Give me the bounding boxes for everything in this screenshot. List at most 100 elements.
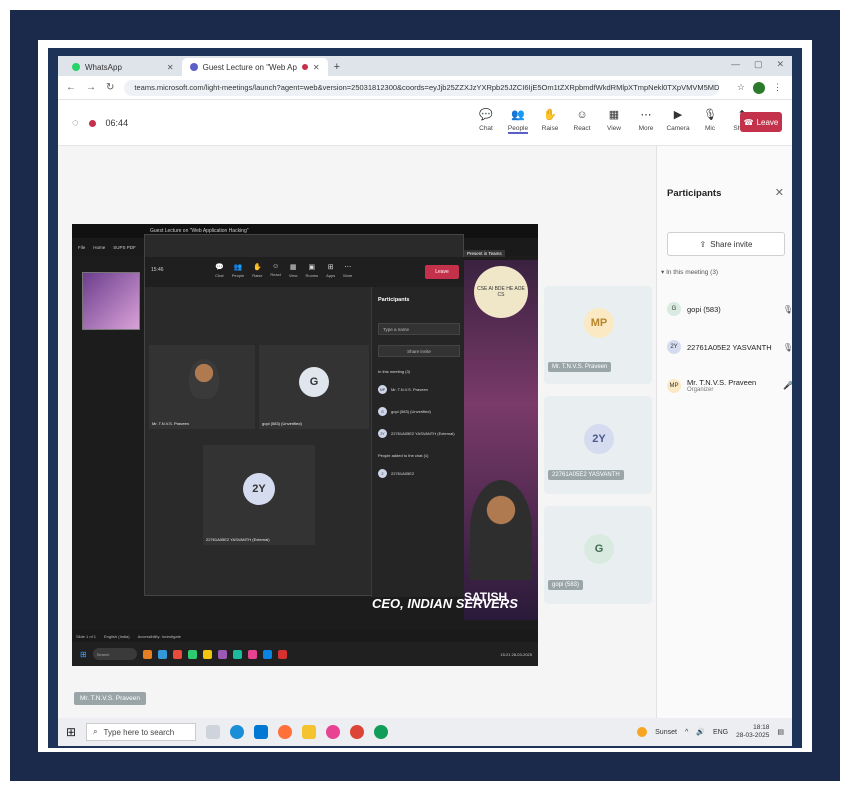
maximize-button[interactable]: ▢ [754,59,763,70]
tab-teams[interactable]: Guest Lecture on "Web Ap ✕ [181,58,328,76]
taskbar-clock[interactable]: 18:18 28-03-2025 [736,724,769,740]
share-invite-button[interactable]: ⇪ Share invite [667,232,785,256]
shared-participants-panel: Participants Type a name Share invite In… [371,287,465,597]
share-invite-label: Share invite [710,239,753,249]
tab-label: WhatsApp [85,62,122,72]
tile-avatar: G [584,534,614,564]
tool-label: Camera [666,125,690,132]
status-text: English (India) [104,633,130,639]
address-bar[interactable]: teams.microsoft.com/light-meetings/launc… [124,79,719,96]
task-view-icon[interactable] [206,725,221,739]
shared-tools: 💬 Chat 👥 People ✋ Raise ☺ React ▦ View ▣ Rooms… [215,263,352,278]
search-placeholder: Type here to search [103,727,175,737]
view-button[interactable]: ▦ View [604,108,624,134]
avatar: MP [378,385,387,394]
back-icon[interactable]: ← [66,82,76,93]
participants-panel: Participants ✕ ⇪ Share invite ▾ In this … [656,146,792,736]
shared-participant-row: Ggopi (583) (Unverified) [378,407,431,416]
taskbar-search[interactable]: ⌕ Type here to search [86,723,197,741]
menu-item: File [78,244,86,250]
tool-label: Raise [541,125,559,132]
shared-teams-window: 15:46 💬 Chat 👥 People ✋ Raise ☺ React ▦ View … [144,234,465,597]
app-icon [202,649,212,659]
participant-row-praveen[interactable]: MP Mr. T.N.V.S. Praveen Organizer 🎤 [667,378,792,393]
shared-tool: ▦ View [288,264,298,278]
edge-icon[interactable] [230,725,245,739]
app-icon [277,649,287,659]
windows-taskbar: ⊞ ⌕ Type here to search Sunset ^ 🔊 ENG 1… [58,718,792,746]
chrome-icon[interactable] [374,725,389,739]
windows-start-icon[interactable]: ⊞ [66,725,76,739]
participant-row-yasvanth[interactable]: 2Y 22761A05E2 YASVANTH 🎙 [667,340,792,354]
mic-button[interactable]: 🎙 Mic [700,108,720,134]
star-icon[interactable]: ☆ [737,82,745,93]
mail-icon[interactable] [254,725,269,739]
leave-label: Leave [756,117,779,127]
system-tray: Sunset ^ 🔊 ENG 18:18 28-03-2025 ▤ [637,724,784,740]
tile-avatar: MP [584,308,614,338]
close-icon[interactable]: ✕ [775,186,784,199]
video-tile-gopi[interactable]: G gopi (583) [544,506,652,604]
raise-button[interactable]: ✋ Raise [540,108,560,134]
people-button[interactable]: 👥 People [508,108,528,134]
menu-item: Home [93,244,106,250]
shared-share-invite: Share invite [378,345,460,357]
tool-label: More [638,125,654,132]
firefox-icon[interactable] [278,725,293,739]
video-tile-praveen[interactable]: MP Mr. T.N.V.S. Praveen [544,286,652,384]
slide-thumbnail [82,272,140,330]
in-meeting-header[interactable]: ▾ In this meeting (3) [661,268,718,276]
app-icon [262,649,272,659]
college-logo: CSE AI BDE HE AOE CS [474,266,528,318]
in-meeting-text: In this meeting (3) [378,369,411,374]
shared-teams-toolbar: 15:46 💬 Chat 👥 People ✋ Raise ☺ React ▦ View … [145,257,465,287]
mic-off-icon: 🎙 [782,304,792,314]
new-tab-button[interactable]: + [334,58,340,76]
react-button[interactable]: ☺ React [572,108,592,134]
windows-icon: ⊞ [80,649,87,659]
app-icon [247,649,257,659]
chat-button[interactable]: 💬 Chat [476,108,496,134]
more-button[interactable]: ⋯ More [636,108,656,134]
video-tile-yasvanth[interactable]: 2Y 22761A05E2 YASVANTH [544,396,652,494]
close-icon[interactable]: ✕ [313,63,320,72]
participant-info: Mr. T.N.V.S. Praveen Organizer [687,378,756,393]
close-icon[interactable]: ✕ [167,63,174,72]
shared-meeting-time: 15:46 [151,267,164,273]
shared-tool: 👥 People [231,264,245,278]
tool-label: View [607,125,621,132]
leave-button[interactable]: ☎ Leave [740,112,782,132]
address-bar-row: ← → ↻ teams.microsoft.com/light-meetings… [58,76,792,100]
chevron-up-icon[interactable]: ^ [685,729,688,736]
language-indicator[interactable]: ENG [713,729,728,736]
app-icon [217,649,227,659]
files-icon[interactable] [302,725,317,739]
app-icon[interactable] [326,725,341,739]
grid-icon: ▦ [608,109,620,121]
profile-avatar[interactable] [753,81,765,94]
shared-search: Search [92,648,137,660]
volume-icon[interactable]: 🔊 [696,728,705,736]
reload-icon[interactable]: ↻ [106,82,114,93]
menu-icon[interactable]: ⋮ [773,82,782,93]
speaker-title: CEO, INDIAN SERVERS [372,596,518,611]
close-window-button[interactable]: ✕ [776,59,784,70]
meeting-tools: 💬 Chat 👥 People ✋ Raise ☺ React ▦ View ⋯ More … [476,108,752,134]
camera-off-icon: ▶ [673,109,683,121]
avatar: 2Y [378,429,387,438]
shared-screen: Guest Lecture on "Web Application Hackin… [72,224,538,666]
tile-avatar: 2Y [584,424,614,454]
participant-row-gopi[interactable]: G gopi (583) 🎙 [667,302,792,316]
minimize-button[interactable]: — [731,59,740,70]
smile-icon: ☺ [576,109,588,121]
search-icon: ⌕ [93,727,98,736]
forward-icon[interactable]: → [86,82,96,93]
mic-icon: 🎤 [783,381,792,390]
notifications-icon[interactable]: ▤ [777,728,784,736]
status-text: Slide 1 of 1 [76,633,97,639]
app-icon [142,649,152,659]
tab-whatsapp[interactable]: WhatsApp ✕ [64,58,182,76]
camera-button[interactable]: ▶ Camera [666,108,690,134]
chrome-icon[interactable] [350,725,365,739]
tool-label: Mic [704,125,716,132]
